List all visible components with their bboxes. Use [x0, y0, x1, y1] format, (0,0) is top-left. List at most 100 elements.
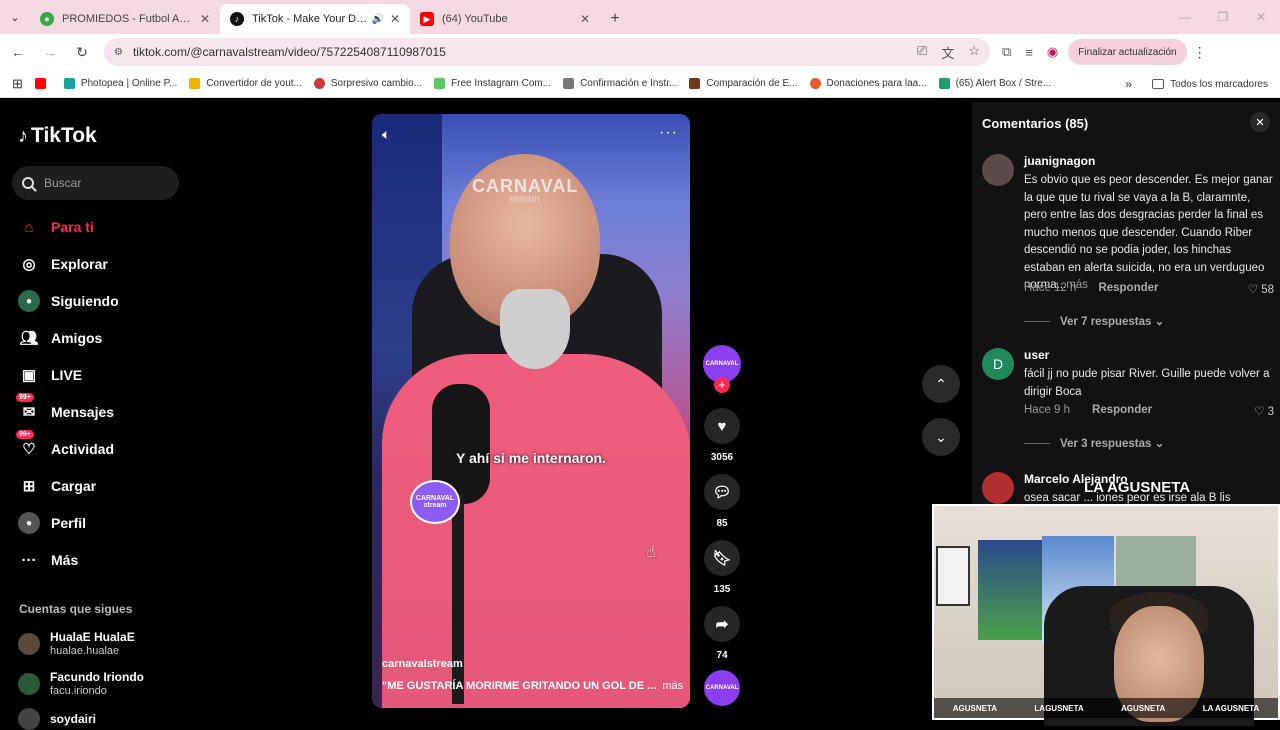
all-bookmarks-button[interactable]: Todos los marcadores: [1152, 70, 1268, 98]
bookmark-item[interactable]: Confirmación e Instr...: [563, 78, 677, 89]
share-arrow-icon[interactable]: ➦: [704, 606, 740, 642]
tab-title: (64) YouTube: [442, 13, 508, 25]
more-bookmarks-icon[interactable]: »: [1125, 70, 1132, 98]
tab-title: PROMIEDOS - Futbol Argentino: [62, 13, 194, 25]
avatar[interactable]: D: [982, 348, 1014, 380]
bookmark-icon[interactable]: 🔖︎: [704, 540, 740, 576]
nav-siguiendo[interactable]: ● Siguiendo: [18, 286, 119, 316]
view-replies-button[interactable]: Ver 3 respuestas ⌄: [1024, 436, 1164, 450]
close-tab-icon[interactable]: ✕: [580, 12, 590, 26]
home-icon: ⌂: [24, 218, 34, 236]
bookmark-item[interactable]: Comparación de E...: [689, 78, 798, 89]
close-window-icon[interactable]: ✕: [1242, 0, 1280, 34]
reload-icon[interactable]: ↻: [68, 38, 96, 66]
share-action[interactable]: ➦ 74: [702, 606, 742, 661]
minimize-icon[interactable]: —: [1166, 0, 1204, 34]
youtube-favicon-icon: ▶: [420, 12, 434, 26]
comment-item: juanignagon Es obvio que es peor descend…: [982, 154, 1278, 334]
avatar[interactable]: [982, 154, 1014, 186]
browser-menu-icon[interactable]: ⋮: [1193, 44, 1207, 61]
bookmark-item[interactable]: Convertidor de yout...: [189, 78, 302, 89]
site-info-icon[interactable]: ⚙: [114, 47, 123, 58]
bookmark-star-icon[interactable]: ☆: [968, 43, 980, 62]
tab-promiedos[interactable]: ● PROMIEDOS - Futbol Argentino ✕: [30, 4, 220, 34]
close-tab-icon[interactable]: ✕: [390, 12, 400, 26]
tab-search-icon[interactable]: ⌄: [0, 0, 30, 34]
heart-icon[interactable]: ♥: [704, 408, 740, 444]
doc-icon: [689, 78, 701, 89]
audio-playing-icon[interactable]: 🔊: [371, 14, 383, 25]
nav-mensajes[interactable]: ✉ 99+ Mensajes: [16, 393, 114, 427]
browser-tab-strip: ⌄ ● PROMIEDOS - Futbol Argentino ✕ ♪ Tik…: [0, 0, 1280, 34]
nav-cargar[interactable]: ⊞ Cargar: [18, 471, 96, 501]
video-player[interactable]: CARNAVAL stream Y ahí si me internaron. …: [372, 114, 690, 708]
next-video-chevron-down-icon[interactable]: ⌄: [922, 418, 960, 456]
description-more-link[interactable]: más: [662, 680, 683, 692]
comment-username[interactable]: juanignagon: [1024, 154, 1095, 168]
tiktok-sidebar: ♪ TikTok Buscar ⌂ Para ti ◎ Explorar ● Sigu…: [0, 102, 190, 730]
comment-username[interactable]: user: [1024, 348, 1049, 362]
reply-button[interactable]: Responder: [1092, 404, 1152, 416]
tab-tiktok[interactable]: ♪ TikTok - Make Your Day 🔊 ✕: [220, 4, 410, 34]
video-more-options-icon[interactable]: ···: [659, 124, 678, 142]
extensions-puzzle-icon[interactable]: ⧉: [1002, 44, 1011, 60]
restore-icon[interactable]: ❐: [1204, 0, 1242, 34]
comment-action[interactable]: 💬︎ 85: [702, 474, 742, 529]
follow-plus-icon[interactable]: +: [714, 377, 730, 393]
tiktok-logo[interactable]: ♪ TikTok: [18, 124, 97, 148]
avatar: [18, 673, 40, 695]
comments-title: Comentarios (85): [982, 116, 1089, 131]
reply-button[interactable]: Responder: [1098, 282, 1158, 294]
video-subtitle: Y ahí si me internaron.: [456, 450, 606, 466]
comment-like-button[interactable]: ♡ 58: [1248, 282, 1274, 296]
bookmark-item[interactable]: Photopea | Online P...: [63, 78, 177, 89]
streamlabs-icon: [938, 78, 950, 89]
nav-perfil[interactable]: ● Perfil: [18, 508, 86, 538]
view-replies-button[interactable]: Ver 7 respuestas ⌄: [1024, 314, 1164, 328]
media-controls-icon[interactable]: ≡: [1025, 45, 1033, 60]
nav-amigos[interactable]: 👥︎ Amigos: [18, 323, 102, 353]
profile-icon[interactable]: ◉: [1047, 44, 1058, 60]
search-input[interactable]: Buscar: [12, 166, 179, 200]
like-action[interactable]: ♥ 3056: [702, 408, 742, 463]
back-arrow-icon[interactable]: ←: [4, 38, 32, 66]
nav-explorar[interactable]: ◎ Explorar: [18, 249, 107, 279]
description-text: "ME GUSTARÍA MORIRME GRITANDO UN GOL DE …: [382, 680, 657, 692]
avatar[interactable]: [982, 472, 1014, 504]
kick-handle: AGUSNETA: [1121, 703, 1166, 713]
streamer-webcam-overlay: LA AGUSNETA AGUSNETA LAGUSNETA AGUSNETA …: [932, 480, 1280, 726]
close-icon[interactable]: ✕: [1250, 112, 1270, 132]
nav-para-ti[interactable]: ⌂ Para ti: [18, 212, 93, 242]
upload-icon: ⊞: [22, 478, 36, 495]
close-tab-icon[interactable]: ✕: [200, 12, 210, 26]
mouse-cursor-icon: ☝︎: [646, 544, 656, 561]
bookmark-item[interactable]: Free Instagram Com...: [434, 78, 551, 89]
search-icon: [22, 177, 34, 189]
previous-video-chevron-up-icon[interactable]: ⌃: [922, 365, 960, 403]
bookmark-youtube[interactable]: [34, 78, 52, 89]
nav-actividad[interactable]: ♡ 99+ Actividad: [16, 430, 114, 464]
new-tab-button[interactable]: +: [600, 4, 630, 34]
following-account[interactable]: soydairi: [18, 708, 96, 730]
tab-youtube[interactable]: ▶ (64) YouTube ✕: [410, 4, 600, 34]
video-username[interactable]: carnavalstream: [382, 658, 463, 670]
translate-icon[interactable]: 文: [941, 43, 954, 62]
nav-live[interactable]: ▣ LIVE: [18, 360, 82, 390]
forward-arrow-icon[interactable]: →: [36, 38, 64, 66]
save-action[interactable]: 🔖︎ 135: [702, 540, 742, 595]
bookmark-item[interactable]: Sorpresivo cambio...: [313, 78, 422, 89]
bookmark-item[interactable]: (65) Alert Box / Stre...: [938, 78, 1051, 89]
tab-title: TikTok - Make Your Day: [252, 13, 368, 25]
comment-like-button[interactable]: ♡ 3: [1254, 404, 1274, 418]
finish-update-button[interactable]: Finalizar actualización: [1068, 39, 1187, 65]
following-account[interactable]: Facundo Iriondo facu.iriondo: [18, 670, 144, 698]
comment-bubble-icon[interactable]: 💬︎: [704, 474, 740, 510]
url-field[interactable]: ⚙ tiktok.com/@carnavalstream/video/75722…: [104, 38, 990, 66]
bookmark-item[interactable]: Donaciones para laa...: [809, 78, 927, 89]
nav-mas[interactable]: ··· Más: [18, 545, 79, 575]
following-account[interactable]: HualaE HualaE hualae.hualae: [18, 630, 135, 658]
sound-disc-icon[interactable]: CARNAVAL: [704, 670, 740, 706]
apps-grid-icon[interactable]: ⊞: [12, 76, 23, 92]
install-app-icon[interactable]: ⎚: [917, 43, 927, 62]
volume-icon[interactable]: 🔈︎: [382, 126, 390, 143]
